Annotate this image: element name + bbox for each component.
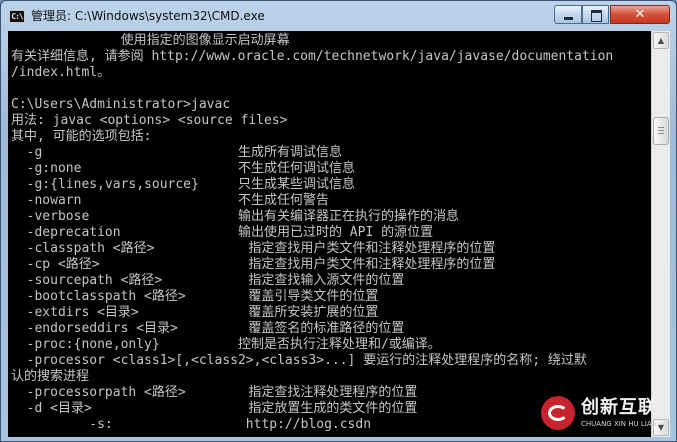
scroll-up-button[interactable]: ▲ xyxy=(653,32,669,49)
console-line: 有关详细信息, 请参阅 http://www.oracle.com/techne… xyxy=(11,49,614,64)
console-line: -nowarn 不生成任何警告 xyxy=(11,193,329,208)
console-output[interactable]: 使用指定的图像显示启动屏幕 有关详细信息, 请参阅 http://www.orac… xyxy=(8,31,651,437)
console-line: -processor <class1>[,<class2>,<class3>..… xyxy=(11,353,587,368)
brand-logo-icon xyxy=(541,396,575,430)
console-line: C:\Users\Administrator>javac xyxy=(11,97,231,112)
cmd-app-icon[interactable]: C:\ xyxy=(9,10,25,23)
console-line: -g:none 不生成任何调试信息 xyxy=(11,161,355,176)
grip-line xyxy=(658,130,664,132)
console-line: -sourcepath <路径> 指定查找输入源文件的位置 xyxy=(11,273,405,288)
grip-line xyxy=(658,127,664,129)
console-line: -proc:{none,only} 控制是否执行注释处理和/或编译。 xyxy=(11,337,441,352)
brand-watermark: 创新互联 CHUANG XIN HU LIAN xyxy=(541,394,676,434)
brand-logo-mark xyxy=(548,405,568,421)
console-line: 认的搜索进程 xyxy=(11,369,90,384)
console-line: -extdirs <目录> 覆盖所安装扩展的位置 xyxy=(11,305,379,320)
cmd-window: C:\ 管理员: C:\Windows\system32\CMD.exe ✕ 使… xyxy=(0,0,677,442)
console-line: -classpath <路径> 指定查找用户类文件和注释处理程序的位置 xyxy=(11,241,496,256)
console-line: -cp <路径> 指定查找用户类文件和注释处理程序的位置 xyxy=(11,257,496,272)
console-line: -s: http://blog.csdn xyxy=(11,417,372,432)
console-line: 使用指定的图像显示启动屏幕 xyxy=(11,33,290,48)
window-title: 管理员: C:\Windows\system32\CMD.exe xyxy=(31,9,265,23)
console-line: -endorseddirs <目录> 覆盖签名的标准路径的位置 xyxy=(11,321,405,336)
console-line: 用法: javac <options> <source files> xyxy=(11,113,288,128)
console-line: -bootclasspath <路径> 覆盖引导类文件的位置 xyxy=(11,289,379,304)
console-line: /index.html。 xyxy=(11,65,111,80)
scroll-thumb[interactable] xyxy=(653,117,669,146)
console-line: -g:{lines,vars,source} 只生成某些调试信息 xyxy=(11,177,355,192)
console-line: -g 生成所有调试信息 xyxy=(11,145,342,160)
console-line: -deprecation 输出使用已过时的 API 的源位置 xyxy=(11,225,434,240)
console-line: 其中, 可能的选项包括: xyxy=(11,129,152,144)
brand-subtitle: CHUANG XIN HU LIAN xyxy=(581,420,657,428)
brand-name: 创新互联 xyxy=(581,397,657,418)
minimize-button[interactable] xyxy=(554,5,582,24)
console-line: -verbose 输出有关编译器正在执行的操作的消息 xyxy=(11,209,459,224)
grip-line xyxy=(658,133,664,135)
console-line: -processorpath <路径> 指定查找注释处理程序的位置 xyxy=(11,385,418,400)
vertical-scrollbar[interactable]: ▲ ▼ xyxy=(651,31,670,437)
title-bar[interactable]: C:\ 管理员: C:\Windows\system32\CMD.exe ✕ xyxy=(1,1,676,31)
close-button[interactable]: ✕ xyxy=(610,5,670,24)
arrow-up-icon: ▲ xyxy=(657,36,665,45)
maximize-icon xyxy=(591,10,602,22)
close-icon: ✕ xyxy=(634,7,646,22)
minimize-icon xyxy=(564,17,573,20)
maximize-button[interactable] xyxy=(582,5,609,24)
console-line: -d <目录> 指定放置生成的类文件的位置 xyxy=(11,401,418,416)
